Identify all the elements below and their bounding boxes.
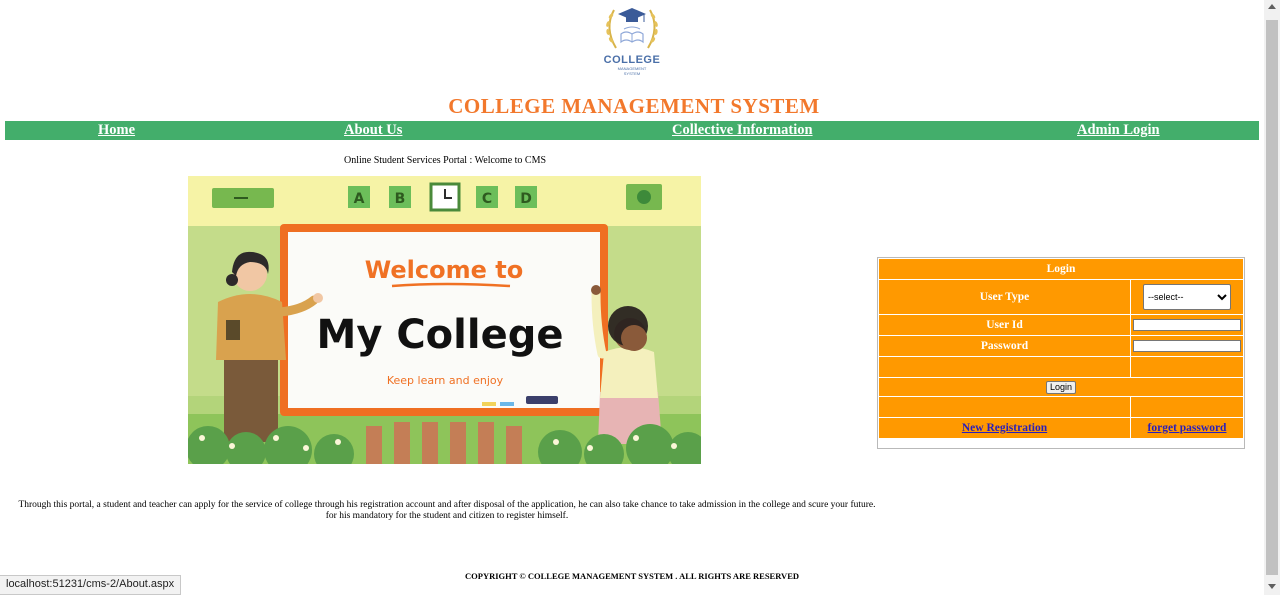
login-button[interactable]: Login [1045,380,1077,394]
letter-block-d: D [520,191,532,207]
password-label: Password [879,336,1130,356]
graduation-cap-laurel-icon [606,8,658,49]
logo-title: COLLEGE [603,54,661,66]
user-id-input[interactable] [1133,319,1241,331]
scroll-up-arrow-icon[interactable] [1268,4,1276,9]
nav-collective-link[interactable]: Collective Information [672,122,813,139]
logo-subtitle-2: SYSTEM [623,71,641,76]
nav-home-link[interactable]: Home [98,122,135,139]
new-registration-link[interactable]: New Registration [962,422,1047,434]
banner-tagline-text: Keep learn and enjoy [387,374,504,387]
login-button-cell: Login [879,378,1243,396]
password-cell [1131,336,1243,356]
blank-cell [1131,357,1243,377]
login-table: Login User Type --select-- User Id Passw… [878,258,1244,439]
scroll-down-arrow-icon[interactable] [1268,584,1276,589]
site-title: COLLEGE MANAGEMENT SYSTEM [448,94,820,118]
letter-block-c: C [482,191,492,207]
welcome-banner-image: A B C D Welcome to My College Keep learn… [188,176,701,464]
user-type-select[interactable]: --select-- [1143,284,1231,310]
scrollbar-thumb[interactable] [1266,20,1278,575]
letter-block-a: A [354,191,365,207]
blank-cell [1131,397,1243,417]
user-id-label: User Id [879,315,1130,335]
user-type-cell: --select-- [1131,280,1243,314]
nav-admin-login-link[interactable]: Admin Login [1077,122,1160,139]
letter-block-b: B [395,191,406,207]
banner-my-college-text: My College [317,312,564,358]
portal-welcome-text: Online Student Services Portal : Welcome… [344,155,547,166]
blank-cell [879,357,1130,377]
copyright-footer: COPYRIGHT © COLLEGE MANAGEMENT SYSTEM . … [465,571,799,581]
main-navbar: Home About Us Collective Information Adm… [5,121,1259,140]
forget-password-link[interactable]: forget password [1148,422,1227,434]
login-panel-header: Login [879,259,1243,279]
browser-status-url: localhost:51231/cms-2/About.aspx [0,575,182,595]
banner-welcome-to-text: Welcome to [365,256,523,284]
new-registration-cell: New Registration [879,418,1130,438]
password-input[interactable] [1133,340,1241,352]
forget-password-cell: forget password [1131,418,1243,438]
college-logo: COLLEGE MANAGEMENT SYSTEM [596,0,668,84]
page: COLLEGE MANAGEMENT SYSTEM COLLEGE MANAGE… [0,0,1264,595]
nav-about-link[interactable]: About Us [344,122,402,139]
blank-cell [879,397,1130,417]
portal-description: Through this portal, a student and teach… [18,500,876,521]
user-id-cell [1131,315,1243,335]
login-panel: Login User Type --select-- User Id Passw… [877,257,1245,449]
user-type-label: User Type [879,280,1130,314]
